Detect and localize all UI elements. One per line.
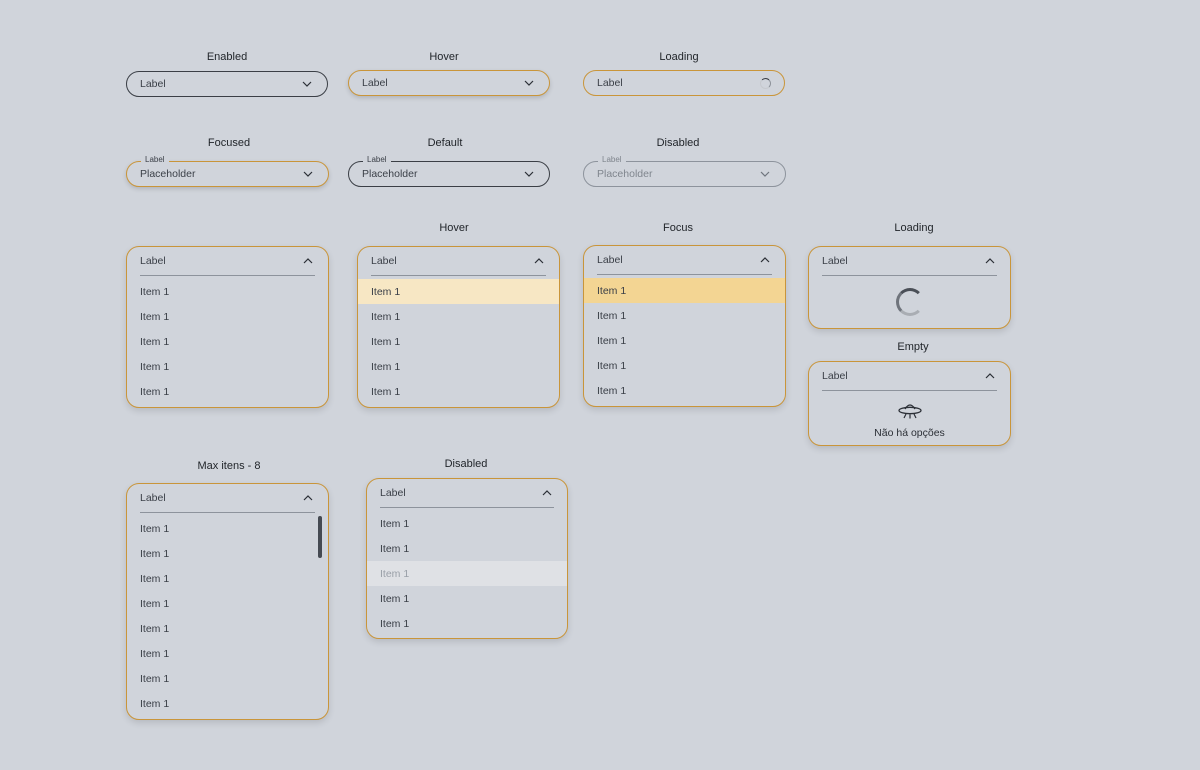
floating-label: Label (363, 155, 391, 165)
caption-max-items: Max itens - 8 (197, 460, 261, 472)
dropdown-label: Label (140, 492, 166, 504)
chevron-up-icon (540, 486, 554, 500)
select-enabled[interactable]: Label (126, 71, 328, 97)
chevron-up-icon (301, 254, 315, 268)
spinner-icon (760, 77, 771, 89)
caption-list-disabled: Disabled (444, 458, 488, 470)
caption-list-hover: Hover (439, 222, 469, 234)
select-label: Label (597, 77, 623, 89)
floating-label: Label (141, 155, 169, 165)
spinner-icon (895, 288, 924, 316)
list-item[interactable]: Item 1 (127, 616, 328, 641)
dropdown-header[interactable]: Label (371, 247, 546, 276)
caption-focused: Focused (207, 137, 251, 149)
caption-hover: Hover (429, 51, 459, 63)
select-loading[interactable]: Label (583, 70, 785, 96)
list-item[interactable]: Item 1 (127, 516, 328, 541)
chevron-down-icon (300, 77, 314, 91)
caption-loading: Loading (659, 51, 699, 63)
list-item[interactable]: Item 1 (367, 536, 567, 561)
list-item-disabled: Item 1 (367, 561, 567, 586)
chevron-down-icon (758, 167, 772, 181)
select-focused[interactable]: Label Placeholder (126, 155, 329, 187)
select-disabled: Label Placeholder (583, 155, 786, 187)
list-item[interactable]: Item 1 (127, 666, 328, 691)
dropdown-header[interactable]: Label (822, 247, 997, 276)
floating-label: Label (598, 155, 626, 165)
caption-list-focus: Focus (663, 222, 693, 234)
select-label: Label (362, 77, 388, 89)
list-item[interactable]: Item 1 (127, 641, 328, 666)
list-item[interactable]: Item 1 (584, 303, 785, 328)
dropdown-header[interactable]: Label (140, 247, 315, 276)
dropdown-header[interactable]: Label (380, 479, 554, 508)
select-hover[interactable]: Label (348, 70, 550, 96)
list-item-hovered[interactable]: Item 1 (358, 279, 559, 304)
dropdown-label: Label (822, 370, 848, 382)
list-item[interactable]: Item 1 (127, 329, 328, 354)
select-placeholder: Placeholder (597, 168, 653, 180)
ufo-icon (897, 404, 923, 424)
chevron-down-icon (522, 76, 536, 90)
list-item[interactable]: Item 1 (127, 379, 328, 404)
list-item[interactable]: Item 1 (127, 354, 328, 379)
list-item[interactable]: Item 1 (584, 328, 785, 353)
dropdown-open-basic: Label Item 1 Item 1 Item 1 Item 1 Item 1 (126, 246, 329, 408)
dropdown-open-disabled-item: Label Item 1 Item 1 Item 1 Item 1 Item 1 (366, 478, 568, 639)
caption-default: Default (427, 137, 463, 149)
dropdown-open-empty: Label Não há opções (808, 361, 1011, 446)
empty-message: Não há opções (874, 427, 945, 439)
dropdown-label: Label (371, 255, 397, 267)
list-item[interactable]: Item 1 (584, 353, 785, 378)
list-item[interactable]: Item 1 (358, 354, 559, 379)
select-default[interactable]: Label Placeholder (348, 155, 550, 187)
caption-enabled: Enabled (206, 51, 248, 63)
chevron-down-icon (301, 167, 315, 181)
select-placeholder: Placeholder (362, 168, 418, 180)
caption-list-loading: Loading (894, 222, 934, 234)
list-item[interactable]: Item 1 (127, 304, 328, 329)
dropdown-open-hover: Label Item 1 Item 1 Item 1 Item 1 Item 1 (357, 246, 560, 408)
dropdown-header[interactable]: Label (140, 484, 315, 513)
list-item-focused[interactable]: Item 1 (584, 278, 785, 303)
list-item[interactable]: Item 1 (127, 279, 328, 304)
chevron-up-icon (532, 254, 546, 268)
dropdown-label: Label (597, 254, 623, 266)
dropdown-header[interactable]: Label (822, 362, 997, 391)
dropdown-label: Label (822, 255, 848, 267)
list-item[interactable]: Item 1 (367, 611, 567, 636)
list-item[interactable]: Item 1 (358, 329, 559, 354)
list-item[interactable]: Item 1 (367, 586, 567, 611)
chevron-down-icon (522, 167, 536, 181)
dropdown-open-focus: Label Item 1 Item 1 Item 1 Item 1 Item 1 (583, 245, 786, 407)
chevron-up-icon (983, 369, 997, 383)
dropdown-open-loading: Label (808, 246, 1011, 329)
list-item[interactable]: Item 1 (358, 304, 559, 329)
scrollbar-thumb[interactable] (318, 516, 322, 558)
select-placeholder: Placeholder (140, 168, 196, 180)
list-item[interactable]: Item 1 (127, 691, 328, 716)
dropdown-header[interactable]: Label (597, 246, 772, 275)
dropdown-open-max-items: Label Item 1 Item 1 Item 1 Item 1 Item 1… (126, 483, 329, 720)
chevron-up-icon (301, 491, 315, 505)
caption-list-empty: Empty (897, 341, 929, 353)
chevron-up-icon (758, 253, 772, 267)
select-label: Label (140, 78, 166, 90)
caption-disabled: Disabled (656, 137, 700, 149)
list-item[interactable]: Item 1 (127, 591, 328, 616)
dropdown-label: Label (140, 255, 166, 267)
list-item[interactable]: Item 1 (127, 566, 328, 591)
list-item[interactable]: Item 1 (584, 378, 785, 403)
chevron-up-icon (983, 254, 997, 268)
list-item[interactable]: Item 1 (358, 379, 559, 404)
list-item[interactable]: Item 1 (127, 541, 328, 566)
list-item[interactable]: Item 1 (367, 511, 567, 536)
dropdown-label: Label (380, 487, 406, 499)
